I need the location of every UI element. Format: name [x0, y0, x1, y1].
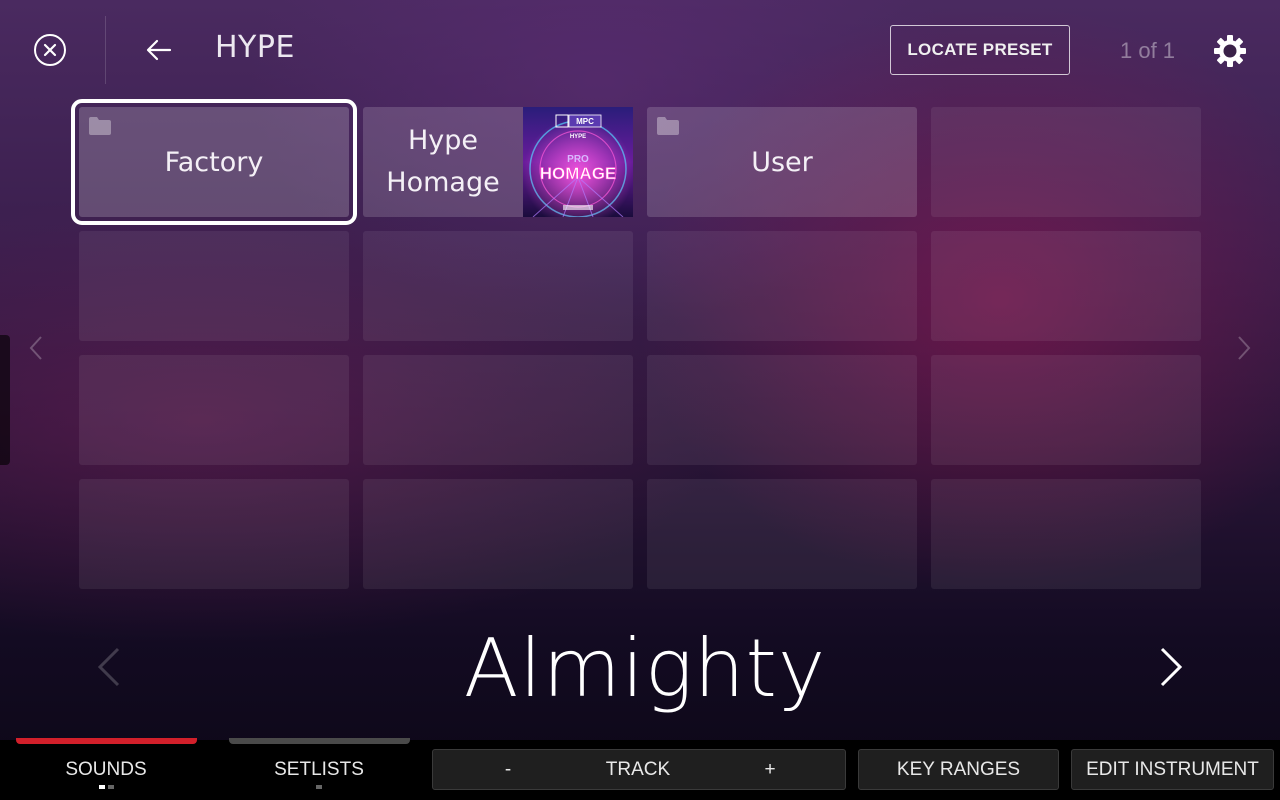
close-button[interactable] [34, 34, 66, 66]
setlists-page-dots [316, 785, 322, 789]
empty-slot [931, 107, 1201, 217]
arrow-left-icon [146, 39, 172, 61]
edit-instrument-button[interactable]: EDIT INSTRUMENT [1071, 749, 1274, 790]
empty-slot [931, 231, 1201, 341]
locate-preset-button[interactable]: LOCATE PRESET [890, 25, 1070, 75]
preset-name: Almighty [463, 622, 827, 715]
expansion-hype-homage[interactable]: Hype Homage MPC HYPE PRO HOMAGE [363, 107, 633, 217]
empty-slot [363, 231, 633, 341]
folder-user[interactable]: User [647, 107, 917, 217]
expansion-label: Hype Homage [363, 107, 523, 217]
album-art: MPC HYPE PRO HOMAGE [523, 107, 633, 217]
expansion-label-line1: Hype [407, 125, 479, 156]
svg-text:HOMAGE: HOMAGE [540, 164, 617, 183]
expansion-label-line2: Homage [386, 167, 500, 198]
folder-label: User [751, 146, 813, 178]
svg-text:HYPE: HYPE [570, 134, 586, 140]
settings-button[interactable] [1212, 33, 1248, 69]
back-button[interactable] [145, 36, 173, 64]
empty-slot [363, 479, 633, 589]
track-label: TRACK [605, 758, 671, 780]
empty-slot [79, 355, 349, 465]
chevron-right-icon [1238, 336, 1251, 360]
previous-preset-button[interactable] [94, 646, 124, 688]
close-icon [43, 43, 57, 57]
empty-slot [363, 355, 633, 465]
empty-slot [647, 231, 917, 341]
track-previous-button[interactable]: - [473, 750, 543, 789]
page-indicator: 1 of 1 [1120, 38, 1176, 63]
side-panel-handle[interactable] [0, 335, 10, 465]
setlists-tab-indicator [229, 738, 410, 744]
empty-slot [647, 479, 917, 589]
svg-text:MPC: MPC [576, 117, 594, 126]
track-next-button[interactable]: + [735, 750, 805, 789]
key-ranges-button[interactable]: KEY RANGES [858, 749, 1059, 790]
empty-slot [931, 479, 1201, 589]
gear-icon [1214, 35, 1246, 67]
empty-slot [931, 355, 1201, 465]
track-selector: - TRACK + [432, 749, 846, 790]
folder-label: Factory [164, 146, 264, 178]
chevron-left-icon [29, 336, 42, 360]
sounds-tab-indicator [16, 738, 197, 744]
header-divider [105, 16, 106, 84]
folder-factory[interactable]: Factory [71, 99, 357, 225]
page-title: HYPE [215, 30, 295, 65]
tab-setlists-label: SETLISTS [274, 759, 364, 780]
empty-slot [647, 355, 917, 465]
empty-slot [79, 479, 349, 589]
sounds-page-dots [99, 785, 114, 789]
tab-sounds-label: SOUNDS [65, 759, 147, 780]
next-preset-button[interactable] [1156, 646, 1186, 688]
empty-slot [79, 231, 349, 341]
